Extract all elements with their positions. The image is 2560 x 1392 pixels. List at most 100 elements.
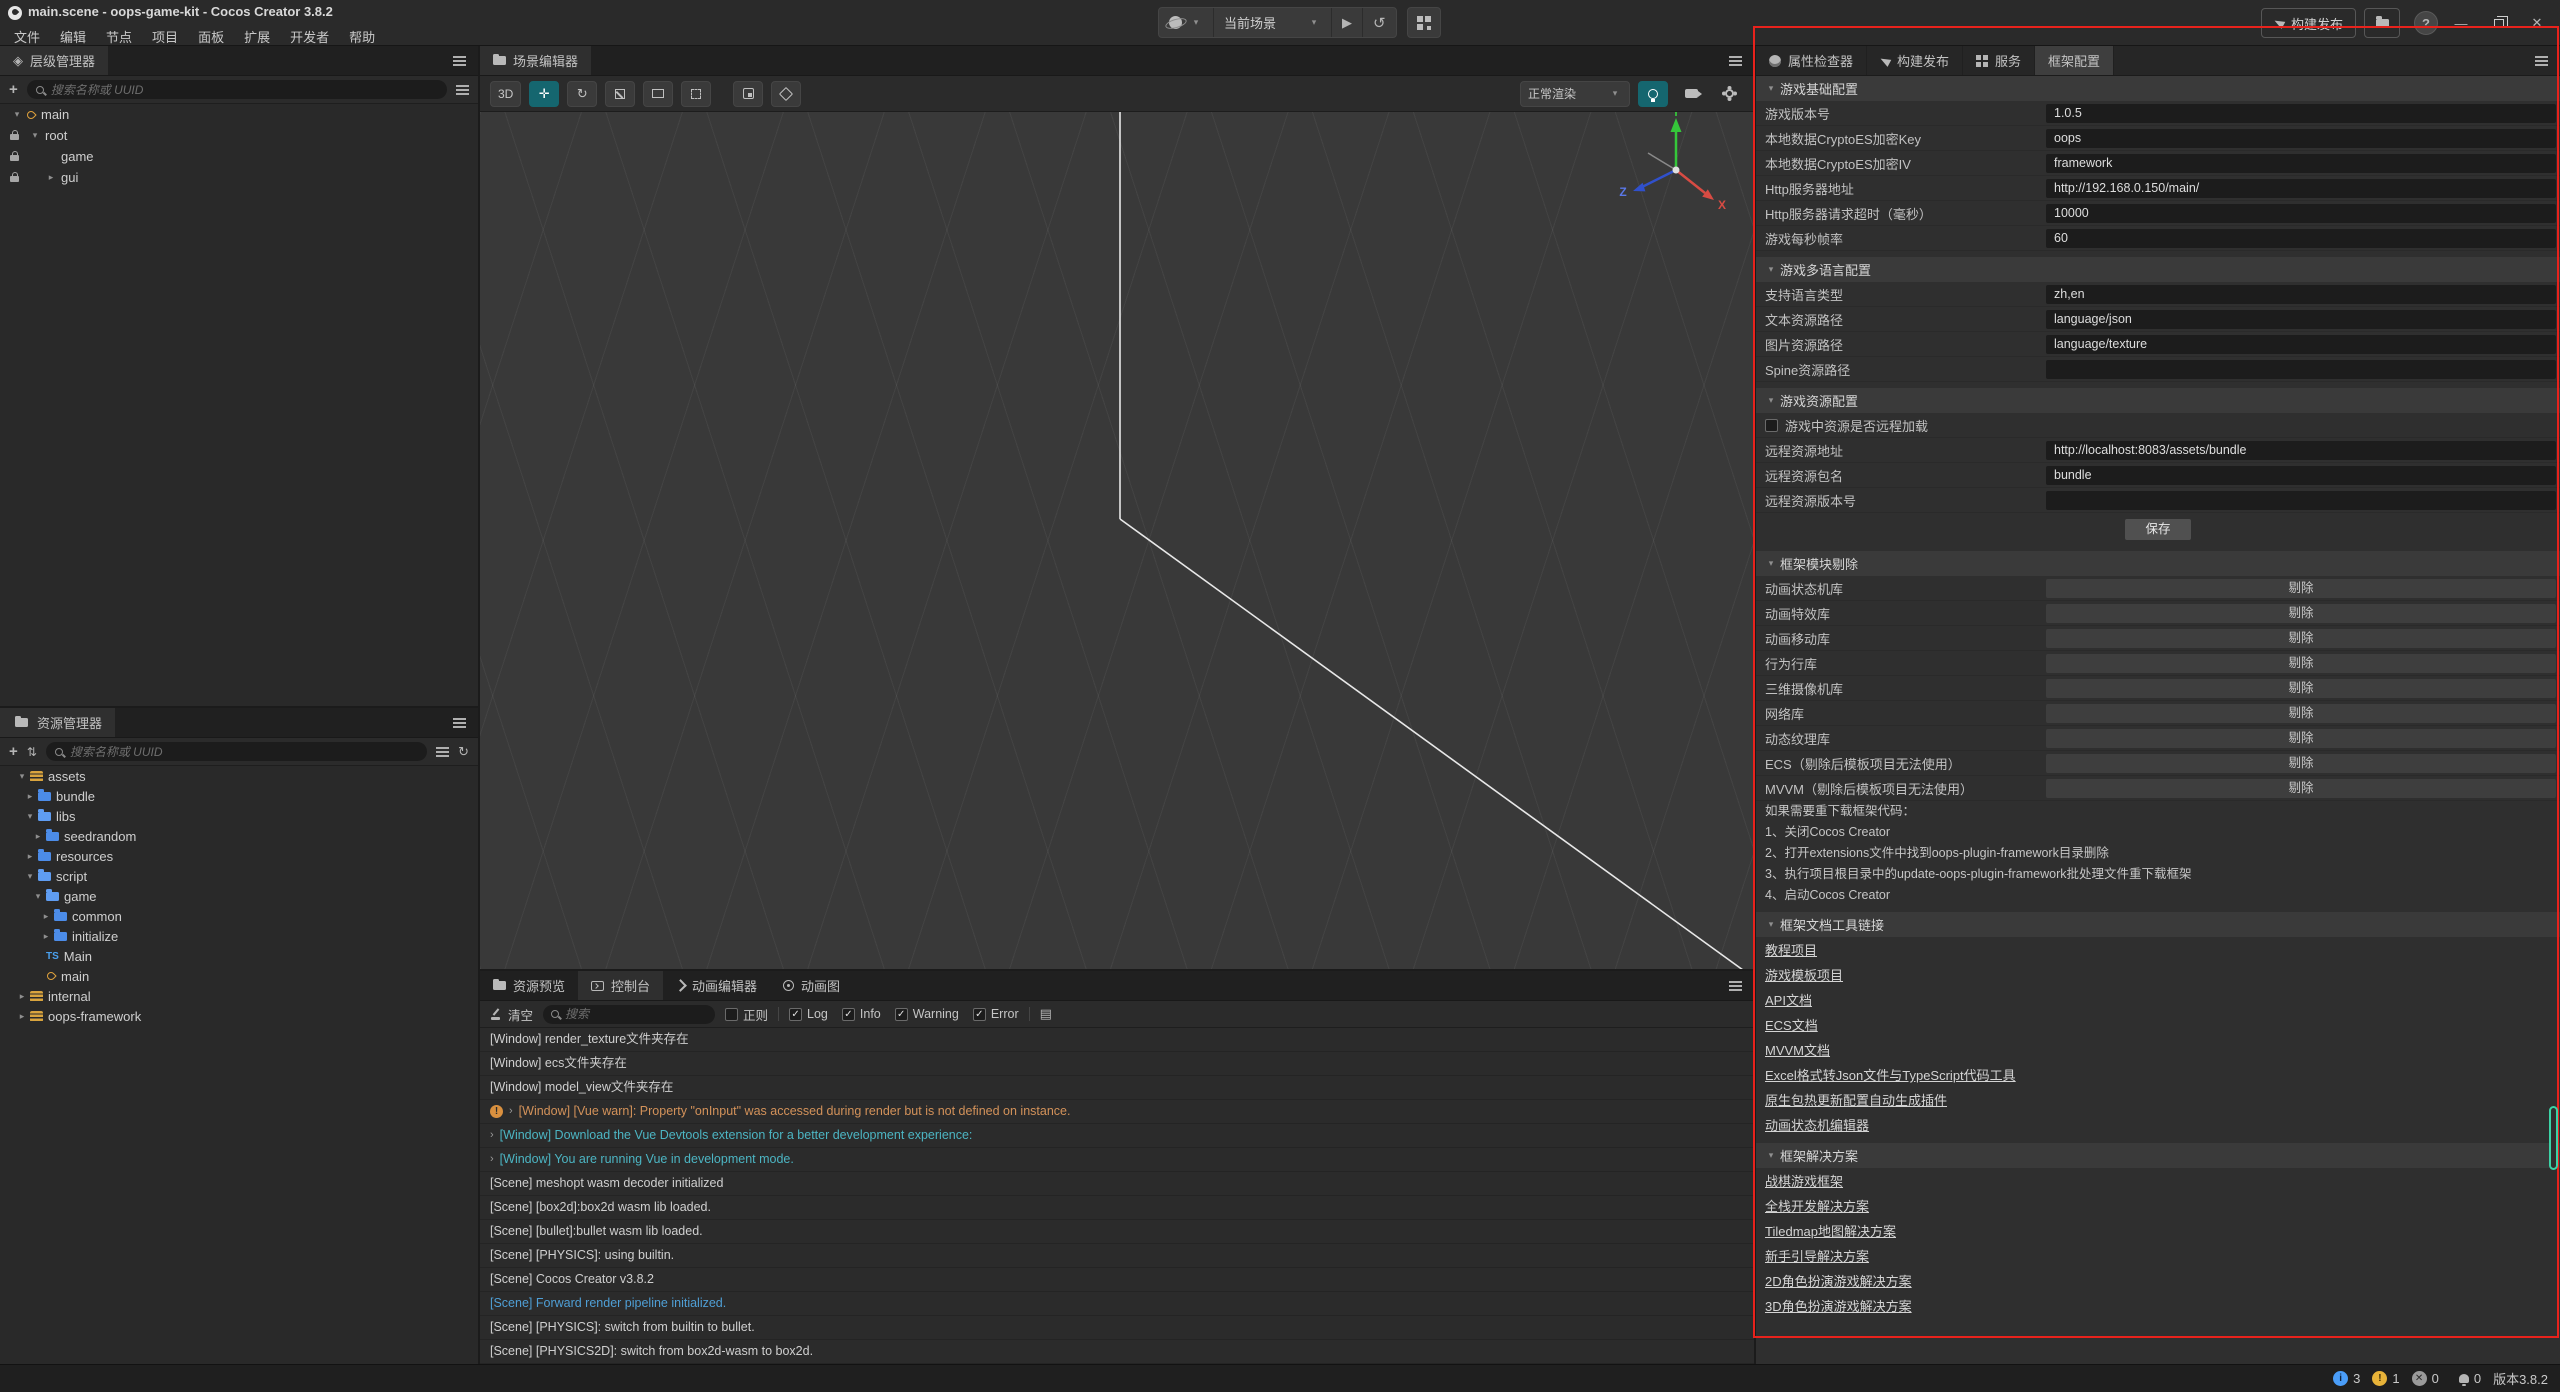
minimize-button[interactable] (2446, 8, 2476, 38)
field-input[interactable]: http://localhost:8083/assets/bundle (2046, 441, 2556, 460)
section-header[interactable]: 框架文档工具链接 (1756, 912, 2560, 937)
chevron-right-icon[interactable] (44, 172, 58, 183)
filter-info[interactable]: Info (842, 1007, 881, 1021)
remove-button[interactable]: 剔除 (2046, 704, 2556, 723)
tab-构建发布[interactable]: 构建发布 (1867, 46, 1963, 75)
regex-toggle[interactable]: 正则 (725, 1005, 768, 1024)
move-tool-button[interactable] (529, 81, 559, 107)
lock-icon[interactable] (10, 152, 28, 161)
lock-icon[interactable] (10, 131, 28, 140)
create-node-button[interactable] (9, 81, 18, 98)
hierarchy-search-input[interactable] (51, 83, 438, 97)
clear-console-button[interactable]: 清空 (490, 1005, 533, 1024)
log-row[interactable]: !›[Window] [Vue warn]: Property "onInput… (480, 1100, 1754, 1124)
chevron-right-icon[interactable] (16, 1011, 28, 1022)
menu-item[interactable]: 节点 (96, 25, 142, 48)
panel-menu-icon[interactable] (2535, 60, 2548, 62)
error-checkbox[interactable] (973, 1008, 986, 1021)
remove-button[interactable]: 剔除 (2046, 729, 2556, 748)
expand-icon[interactable]: › (490, 1124, 494, 1147)
remove-button[interactable]: 剔除 (2046, 629, 2556, 648)
doc-link[interactable]: 战棋游戏框架 (1765, 1171, 1843, 1190)
error-count[interactable]: ✕ 0 (2412, 1371, 2439, 1386)
menu-item[interactable]: 文件 (4, 25, 50, 48)
chevron-right-icon[interactable] (40, 931, 52, 942)
chevron-down-icon[interactable] (10, 109, 24, 120)
save-button[interactable]: 保存 (2125, 519, 2191, 540)
asset-node[interactable]: libs (0, 806, 478, 826)
filter-icon[interactable] (456, 89, 469, 91)
assets-search[interactable] (46, 742, 427, 761)
doc-link[interactable]: ECS文档 (1765, 1015, 1818, 1034)
refresh-icon[interactable] (458, 744, 469, 760)
chevron-down-icon[interactable] (32, 891, 44, 902)
chevron-down-icon[interactable] (28, 130, 42, 141)
asset-node[interactable]: main (0, 966, 478, 986)
chevron-down-icon[interactable] (1764, 395, 1778, 406)
console-search[interactable] (543, 1005, 715, 1024)
doc-link[interactable]: MVVM文档 (1765, 1040, 1830, 1059)
asset-node[interactable]: game (0, 886, 478, 906)
expand-icon[interactable]: › (509, 1100, 513, 1123)
remove-button[interactable]: 剔除 (2046, 779, 2556, 798)
panel-menu-icon[interactable] (1729, 60, 1742, 62)
scrollbar-thumb[interactable] (2549, 1106, 2558, 1170)
axis-gizmo[interactable]: Y X Z (1610, 112, 1750, 238)
chevron-down-icon[interactable] (1764, 919, 1778, 930)
doc-link[interactable]: 教程项目 (1765, 940, 1817, 959)
section-header[interactable]: 游戏资源配置 (1756, 388, 2560, 413)
field-input[interactable]: zh,en (2046, 285, 2556, 304)
open-project-folder-button[interactable] (2364, 8, 2400, 38)
tab-scene-editor[interactable]: 场景编辑器 (480, 46, 591, 75)
log-row[interactable]: ›[Window] You are running Vue in develop… (480, 1148, 1754, 1172)
scale-tool-button[interactable] (605, 81, 635, 107)
tab-assets[interactable]: 资源管理器 (0, 708, 115, 737)
menu-item[interactable]: 扩展 (234, 25, 280, 48)
field-input[interactable] (2046, 360, 2556, 379)
chevron-right-icon[interactable] (32, 831, 44, 842)
camera-settings-button[interactable] (1676, 81, 1706, 107)
tab-动画图[interactable]: 动画图 (770, 971, 853, 1000)
filter-log[interactable]: Log (789, 1007, 828, 1021)
remove-button[interactable]: 剔除 (2046, 754, 2556, 773)
restore-button[interactable] (2484, 8, 2514, 38)
field-input[interactable]: 60 (2046, 229, 2556, 248)
render-mode-dropdown[interactable]: 正常渲染 (1520, 81, 1630, 107)
tab-框架配置[interactable]: 框架配置 (2035, 46, 2114, 75)
remove-button[interactable]: 剔除 (2046, 654, 2556, 673)
info-count[interactable]: i 3 (2333, 1371, 2360, 1386)
asset-node[interactable]: TSMain (0, 946, 478, 966)
field-input[interactable]: oops (2046, 129, 2556, 148)
sort-icon[interactable] (27, 744, 37, 759)
asset-node[interactable]: seedrandom (0, 826, 478, 846)
asset-node[interactable]: common (0, 906, 478, 926)
create-asset-button[interactable] (9, 743, 18, 760)
lighting-toggle-button[interactable] (1638, 81, 1668, 107)
tab-属性检查器[interactable]: 属性检查器 (1756, 46, 1867, 75)
doc-link[interactable]: 游戏模板项目 (1765, 965, 1843, 984)
export-log-icon[interactable] (1040, 1006, 1052, 1022)
section-header[interactable]: 游戏多语言配置 (1756, 257, 2560, 282)
console-search-input[interactable] (565, 1007, 707, 1021)
chevron-down-icon[interactable] (1764, 264, 1778, 275)
doc-link[interactable]: API文档 (1765, 990, 1812, 1009)
snap-tool-button[interactable] (733, 81, 763, 107)
hierarchy-node[interactable]: gui (0, 167, 478, 188)
field-input[interactable]: 1.0.5 (2046, 104, 2556, 123)
section-header[interactable]: 框架解决方案 (1756, 1143, 2560, 1168)
hierarchy-search[interactable] (27, 80, 447, 99)
field-input[interactable]: language/json (2046, 310, 2556, 329)
asset-node[interactable]: oops-framework (0, 1006, 478, 1026)
filter-warning[interactable]: Warning (895, 1007, 959, 1021)
preview-qr-button[interactable] (1407, 7, 1441, 38)
chevron-down-icon[interactable] (1764, 83, 1778, 94)
chevron-down-icon[interactable] (24, 811, 36, 822)
asset-node[interactable]: bundle (0, 786, 478, 806)
panel-menu-icon[interactable] (453, 722, 466, 724)
info-checkbox[interactable] (842, 1008, 855, 1021)
preview-target-button[interactable] (1159, 8, 1214, 37)
rect-tool-button[interactable] (643, 81, 673, 107)
doc-link[interactable]: Excel格式转Json文件与TypeScript代码工具 (1765, 1065, 2016, 1084)
rotate-tool-button[interactable] (567, 81, 597, 107)
chevron-right-icon[interactable] (16, 991, 28, 1002)
